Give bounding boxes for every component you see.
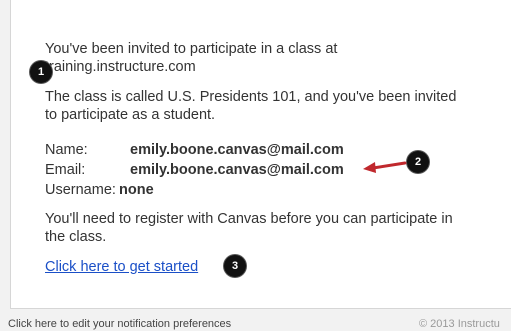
class-line-2: to participate as a student. [45,107,216,123]
email-value: emily.boone.canvas@mail.com [130,162,344,178]
username-label: Username: [45,182,116,198]
class-line-1: The class is called U.S. Presidents 101,… [45,89,457,105]
email-body: You've been invited to participate in a … [45,40,505,275]
register-line-1: You'll need to register with Canvas befo… [45,211,453,227]
page: You've been invited to participate in a … [0,0,511,331]
email-card: You've been invited to participate in a … [10,0,511,309]
notification-preferences-link[interactable]: Click here to edit your notification pre… [8,318,231,330]
email-label: Email: [45,162,86,178]
annotation-badge-1: 1 [30,61,52,83]
arrow-left-icon [363,161,407,173]
invite-line-2: training.instructure.com [45,59,196,75]
copyright-text: © 2013 Instructu [419,318,500,330]
annotation-badge-3: 3 [224,255,246,277]
invite-line-1: You've been invited to participate in a … [45,41,338,57]
name-value: emily.boone.canvas@mail.com [130,142,344,158]
invite-paragraph: You've been invited to participate in a … [45,40,505,76]
name-label: Name: [45,142,88,158]
register-paragraph: You'll need to register with Canvas befo… [45,210,505,246]
username-value: none [119,182,154,198]
username-row: Username: none [45,181,465,201]
annotation-badge-2: 2 [407,151,429,173]
class-paragraph: The class is called U.S. Presidents 101,… [45,88,505,124]
register-line-2: the class. [45,229,107,245]
get-started-link[interactable]: Click here to get started [45,258,198,276]
